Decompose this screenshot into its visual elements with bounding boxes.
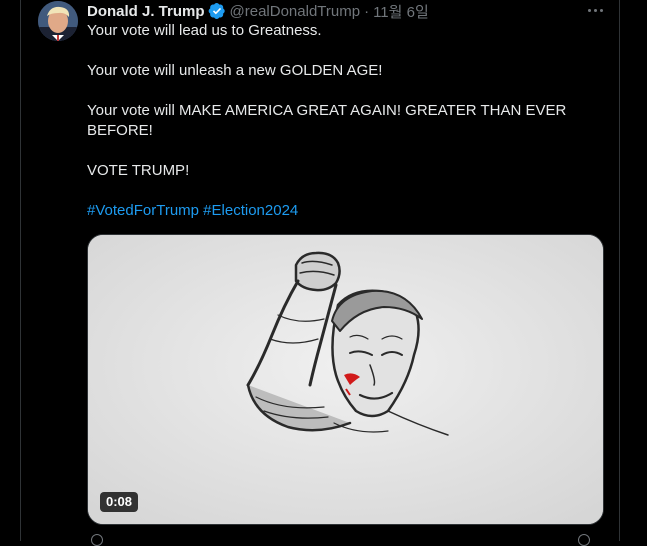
tweet-date[interactable]: 11월 6일 <box>373 1 429 22</box>
verified-badge-icon <box>208 2 225 20</box>
hashtag-line: #VotedForTrump #Election2024 <box>87 201 592 221</box>
tweet-text-line <box>87 41 592 61</box>
tweet-text-line: BEFORE! <box>87 122 153 139</box>
tweet-text-line <box>87 141 592 161</box>
avatar[interactable] <box>38 1 78 41</box>
profile-photo-icon <box>38 1 78 41</box>
tweet-text-line: Your vote will unleash a new GOLDEN AGE! <box>87 62 383 79</box>
share-icon[interactable] <box>578 534 590 546</box>
more-options-button[interactable] <box>583 0 607 20</box>
sketch-illustration-icon <box>88 235 603 524</box>
tweet-card[interactable]: Donald J. Trump @realDonaldTrump · 11월 6… <box>20 0 620 546</box>
video-player[interactable]: 0:08 <box>87 234 604 525</box>
ellipsis-dot <box>593 8 597 12</box>
ellipsis-dot <box>599 8 603 12</box>
author-handle[interactable]: @realDonaldTrump <box>230 3 361 20</box>
tweet-text: Your vote will lead us to Greatness. You… <box>87 21 592 221</box>
ellipsis-icon <box>587 8 591 12</box>
tweet-text-line <box>87 181 592 201</box>
author-display-name[interactable]: Donald J. Trump <box>87 3 205 20</box>
tweet-text-line <box>87 81 592 101</box>
tweet-text-line: VOTE TRUMP! <box>87 162 190 179</box>
tweet-header: Donald J. Trump @realDonaldTrump · 11월 6… <box>87 1 429 21</box>
hashtag-link[interactable]: #Election2024 <box>203 202 298 219</box>
tweet-text-line: Your vote will lead us to Greatness. <box>87 22 322 39</box>
tweet-text-line: Your vote will MAKE AMERICA GREAT AGAIN!… <box>87 102 567 119</box>
hashtag-link[interactable]: #VotedForTrump <box>87 202 199 219</box>
reply-icon[interactable] <box>91 534 103 546</box>
header-separator: · <box>364 2 370 20</box>
video-duration-badge: 0:08 <box>100 492 139 512</box>
